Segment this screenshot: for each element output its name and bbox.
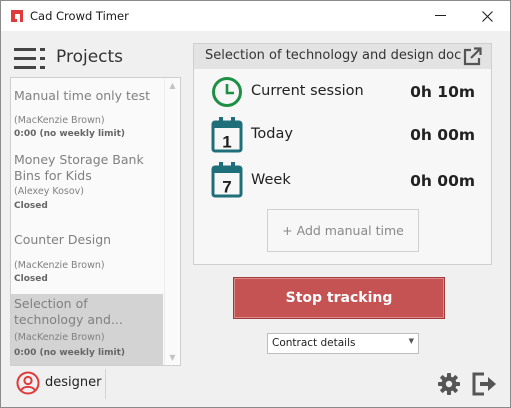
close-icon bbox=[481, 10, 493, 22]
current-session-value: 0h 10m bbox=[410, 83, 475, 101]
close-button[interactable] bbox=[464, 1, 510, 31]
logout-icon[interactable] bbox=[472, 372, 498, 396]
project-item[interactable]: Money Storage Bank Bins for Kids (Alexey… bbox=[11, 150, 163, 222]
external-link-icon[interactable] bbox=[463, 47, 482, 66]
week-label: Week bbox=[251, 172, 291, 188]
project-list[interactable]: Manual time only test (MacKenzie Brown) … bbox=[10, 77, 181, 366]
project-client: (MacKenzie Brown) bbox=[14, 260, 105, 271]
user-avatar-icon[interactable] bbox=[16, 371, 40, 395]
project-item[interactable]: Counter Design (MacKenzie Brown) Closed bbox=[11, 222, 163, 294]
window-title: Cad Crowd Timer bbox=[30, 9, 129, 23]
minimize-button[interactable] bbox=[418, 1, 464, 31]
project-name: Counter Design bbox=[14, 232, 112, 247]
project-list-scrollbar[interactable]: ▲ ▼ bbox=[164, 78, 180, 365]
clock-icon bbox=[212, 77, 242, 107]
projects-heading: Projects bbox=[56, 47, 124, 67]
calendar-day-number: 1 bbox=[222, 133, 231, 152]
calendar-day-icon: 1 bbox=[211, 117, 243, 153]
app-window: Cad Crowd Timer Projects Manual time onl… bbox=[0, 0, 511, 408]
scroll-up-icon[interactable]: ▲ bbox=[168, 81, 177, 90]
project-client: (MacKenzie Brown) bbox=[14, 332, 105, 343]
gear-icon[interactable] bbox=[437, 372, 461, 396]
footer-divider bbox=[105, 369, 106, 399]
stop-tracking-button[interactable]: Stop tracking bbox=[233, 277, 445, 319]
scroll-down-icon[interactable]: ▼ bbox=[168, 353, 177, 362]
project-title: Selection of technology and design doc bbox=[205, 48, 462, 63]
project-name: Manual time only test bbox=[14, 88, 151, 103]
today-label: Today bbox=[251, 126, 293, 142]
session-panel: Selection of technology and design doc C… bbox=[193, 43, 492, 265]
calendar-week-number: 7 bbox=[222, 178, 231, 197]
calendar-week-icon: 7 bbox=[211, 162, 243, 198]
app-logo-icon bbox=[11, 10, 23, 22]
menu-icon[interactable] bbox=[14, 47, 48, 71]
sidebar-header: Projects bbox=[11, 41, 181, 75]
current-session-label: Current session bbox=[251, 83, 364, 99]
today-value: 0h 00m bbox=[410, 126, 475, 144]
contract-details-select[interactable]: Contract details ▼ bbox=[267, 333, 419, 354]
title-bar: Cad Crowd Timer bbox=[1, 1, 510, 31]
project-status: 0:00 (no weekly limit) bbox=[14, 129, 125, 139]
chevron-down-icon: ▼ bbox=[408, 337, 414, 345]
project-client: (MacKenzie Brown) bbox=[14, 115, 105, 126]
username: designer bbox=[45, 375, 102, 390]
week-value: 0h 00m bbox=[410, 172, 475, 190]
project-item[interactable]: Manual time only test (MacKenzie Brown) … bbox=[11, 78, 163, 150]
project-item-selected[interactable]: Selection of technology and... (MacKenzi… bbox=[11, 294, 163, 365]
project-name: Money Storage Bank Bins for Kids bbox=[14, 152, 144, 183]
project-status: 0:00 (no weekly limit) bbox=[14, 348, 125, 358]
project-status: Closed bbox=[14, 201, 48, 211]
panel-header: Selection of technology and design doc bbox=[194, 44, 491, 69]
project-name: Selection of technology and... bbox=[14, 296, 123, 327]
contract-select-value: Contract details bbox=[272, 337, 356, 349]
project-status: Closed bbox=[14, 274, 48, 284]
project-client: (Alexey Kosov) bbox=[14, 186, 84, 197]
minimize-icon bbox=[435, 15, 446, 16]
add-manual-time-button[interactable]: + Add manual time bbox=[267, 209, 419, 252]
